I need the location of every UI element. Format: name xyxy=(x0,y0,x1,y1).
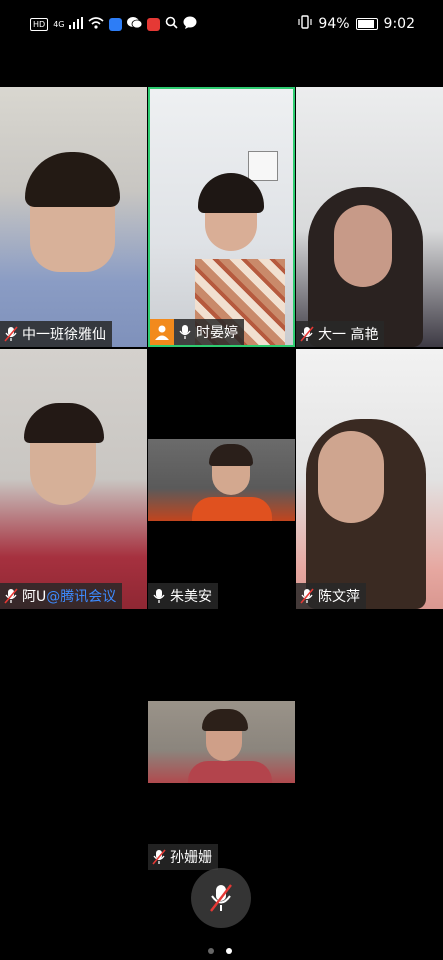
participant-hair xyxy=(209,444,253,466)
video-tile-5[interactable]: 朱美安 xyxy=(148,349,295,609)
mute-toggle-button[interactable] xyxy=(191,868,251,928)
battery-percent: 94% xyxy=(318,16,350,32)
status-bar: HD 4G 94% 9:02 xyxy=(0,0,443,50)
participant-label-5: 朱美安 xyxy=(148,583,218,609)
mic-muted-icon xyxy=(4,326,18,342)
participant-name: 阿U@腾讯会议 xyxy=(22,589,117,605)
mic-muted-icon xyxy=(300,588,314,604)
vibrate-icon xyxy=(298,15,313,33)
page-dot-1[interactable] xyxy=(208,948,214,954)
video-tile-2[interactable]: 时晏婷 xyxy=(148,87,295,347)
participant-video xyxy=(148,439,295,521)
mic-muted-icon xyxy=(300,326,314,342)
video-tile-3[interactable]: 大一 高艳 xyxy=(296,87,443,347)
participant-name: 朱美安 xyxy=(170,589,212,605)
avatar-icon xyxy=(150,319,174,345)
participant-name: 陈文萍 xyxy=(318,589,360,605)
participant-label-3: 大一 高艳 xyxy=(296,321,385,347)
participant-name: 孙姗姗 xyxy=(170,850,212,866)
participant-name: 中一班徐雅仙 xyxy=(22,327,106,343)
mic-off-icon xyxy=(210,884,232,912)
battery-icon xyxy=(355,18,378,30)
wechat-icon xyxy=(127,16,143,32)
wall-circle-decor xyxy=(248,151,278,181)
participant-face xyxy=(334,205,392,287)
mic-muted-icon xyxy=(4,588,18,604)
wifi-icon xyxy=(88,16,105,32)
message-icon xyxy=(183,16,197,32)
video-tile-7[interactable]: 孙姗姗 xyxy=(148,611,295,871)
signal-icon xyxy=(69,16,84,32)
mic-muted-icon xyxy=(152,849,166,865)
page-dot-2[interactable] xyxy=(226,948,232,954)
participant-face xyxy=(318,431,384,523)
video-tile-6[interactable]: 陈文萍 xyxy=(296,349,443,609)
participant-name: 时晏婷 xyxy=(196,325,238,341)
mic-icon xyxy=(179,325,191,339)
status-left: HD 4G xyxy=(30,16,197,32)
participant-label-4: 阿U@腾讯会议 xyxy=(0,583,123,609)
participant-hair xyxy=(25,152,120,207)
participant-name: 大一 高艳 xyxy=(318,327,379,343)
participant-label-7: 孙姗姗 xyxy=(148,844,218,870)
status-right: 94% 9:02 xyxy=(298,15,415,33)
participant-label-6: 陈文萍 xyxy=(296,583,366,609)
video-app-icon xyxy=(147,17,161,31)
mic-icon xyxy=(153,589,165,603)
page-indicator xyxy=(208,948,232,954)
video-tile-1[interactable]: 中一班徐雅仙 xyxy=(0,87,147,347)
clock: 9:02 xyxy=(383,16,415,32)
platform-tag: @腾讯会议 xyxy=(46,589,117,605)
video-tile-4[interactable]: 阿U@腾讯会议 xyxy=(0,349,147,609)
search-icon xyxy=(165,16,179,32)
participant-hair xyxy=(202,709,248,731)
participant-shirt xyxy=(188,761,272,783)
hd-badge: HD xyxy=(30,17,49,31)
participant-label-1: 中一班徐雅仙 xyxy=(0,321,112,347)
participant-label-2: 时晏婷 xyxy=(150,319,244,345)
network-type: 4G xyxy=(53,19,65,29)
participant-hair xyxy=(24,403,104,443)
participant-video xyxy=(148,701,295,783)
participant-shirt xyxy=(192,497,272,521)
tencent-meeting-app-icon xyxy=(109,17,123,31)
